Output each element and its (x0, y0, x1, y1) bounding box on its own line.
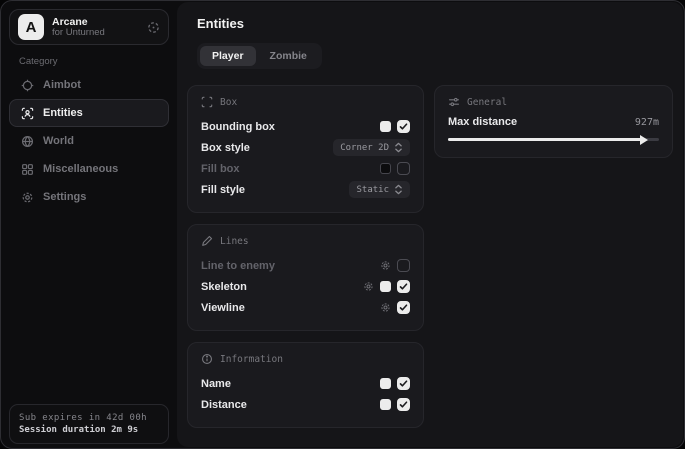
app-window: A Arcane for Unturned Category Aimbot (0, 0, 685, 449)
left-column: Box Bounding box Box style (187, 85, 424, 428)
color-swatch[interactable] (380, 121, 391, 132)
checkbox-distance[interactable] (397, 398, 410, 411)
color-swatch[interactable] (380, 378, 391, 389)
color-swatch[interactable] (380, 163, 391, 174)
row-settings-gear-icon[interactable] (380, 302, 391, 313)
checkbox-name[interactable] (397, 377, 410, 390)
sidebar-item-label: World (43, 135, 74, 147)
box-section-card: Box Bounding box Box style (187, 85, 424, 213)
page-title: Entities (197, 16, 673, 31)
setting-label: Distance (201, 399, 247, 411)
box-select-icon (201, 96, 213, 108)
setting-row-fill-box: Fill box (201, 158, 410, 179)
setting-label: Max distance (448, 116, 517, 128)
lines-section-card: Lines Line to enemy (187, 224, 424, 331)
setting-label: Fill box (201, 163, 240, 175)
sidebar-item-aimbot[interactable]: Aimbot (9, 71, 169, 99)
entity-scan-icon (21, 107, 34, 120)
checkbox-line-to-enemy[interactable] (397, 259, 410, 272)
setting-row-name: Name (201, 373, 410, 394)
selected-value: Corner 2D (340, 143, 389, 153)
checkbox-fill-box[interactable] (397, 162, 410, 175)
sidebar-item-label: Entities (43, 107, 83, 119)
box-style-select[interactable]: Corner 2D (333, 139, 410, 156)
tab-zombie[interactable]: Zombie (258, 46, 319, 66)
category-label: Category (19, 56, 58, 67)
app-title: Arcane (52, 16, 139, 28)
setting-row-distance: Distance (201, 394, 410, 415)
sidebar: A Arcane for Unturned Category Aimbot (1, 1, 177, 448)
right-column: General Max distance 927m (434, 85, 673, 158)
information-section-header: Information (201, 353, 410, 365)
app-subtitle: for Unturned (52, 28, 139, 39)
setting-label: Fill style (201, 184, 245, 196)
gear-icon (21, 191, 34, 204)
sliders-icon (448, 96, 460, 108)
chevrons-up-down-icon (394, 184, 403, 195)
setting-row-viewline: Viewline (201, 297, 410, 318)
sub-expiry-text: Sub expires in 42d 00h (19, 413, 159, 423)
grid-icon (21, 163, 34, 176)
row-settings-gear-icon[interactable] (363, 281, 374, 292)
sidebar-item-entities[interactable]: Entities (9, 99, 169, 127)
fill-style-select[interactable]: Static (349, 181, 410, 198)
main-panel: Entities Player Zombie Box (177, 2, 683, 447)
content-columns: Box Bounding box Box style (187, 85, 673, 428)
color-swatch[interactable] (380, 281, 391, 292)
sidebar-item-label: Settings (43, 191, 86, 203)
section-title: Lines (220, 236, 249, 247)
brand-card: A Arcane for Unturned (9, 9, 169, 45)
crosshair-icon (21, 79, 34, 92)
sidebar-item-world[interactable]: World (9, 127, 169, 155)
sidebar-item-miscellaneous[interactable]: Miscellaneous (9, 155, 169, 183)
globe-icon (21, 135, 34, 148)
setting-row-line-to-enemy: Line to enemy (201, 255, 410, 276)
setting-label: Bounding box (201, 121, 275, 133)
slider-fill (448, 138, 642, 141)
information-section-card: Information Name Distance (187, 342, 424, 428)
setting-row-fill-style: Fill style Static (201, 179, 410, 200)
max-distance-row: Max distance 927m (448, 116, 659, 128)
slider-thumb[interactable] (640, 135, 648, 145)
setting-row-skeleton: Skeleton (201, 276, 410, 297)
setting-label: Viewline (201, 302, 245, 314)
setting-label: Name (201, 378, 231, 390)
sidebar-item-settings[interactable]: Settings (9, 183, 169, 211)
setting-label: Line to enemy (201, 260, 275, 272)
sidebar-nav: Aimbot Entities World (9, 71, 169, 211)
selected-value: Static (356, 185, 389, 195)
row-settings-gear-icon[interactable] (380, 260, 391, 271)
setting-row-box-style: Box style Corner 2D (201, 137, 410, 158)
loader-circle-icon[interactable] (147, 21, 160, 34)
section-title: Box (220, 97, 237, 108)
info-icon (201, 353, 213, 365)
subscription-status-card: Sub expires in 42d 00h Session duration … (9, 404, 169, 444)
general-section-card: General Max distance 927m (434, 85, 673, 158)
pencil-icon (201, 235, 213, 247)
brand-text: Arcane for Unturned (52, 16, 139, 39)
max-distance-slider[interactable] (448, 138, 659, 141)
setting-row-bounding-box: Bounding box (201, 116, 410, 137)
general-section-header: General (448, 96, 659, 108)
checkbox-skeleton[interactable] (397, 280, 410, 293)
sidebar-item-label: Aimbot (43, 79, 81, 91)
app-logo: A (18, 14, 44, 40)
checkbox-viewline[interactable] (397, 301, 410, 314)
box-section-header: Box (201, 96, 410, 108)
section-title: General (467, 97, 507, 108)
tab-bar: Player Zombie (197, 43, 322, 69)
sidebar-item-label: Miscellaneous (43, 163, 118, 175)
session-duration-text: Session duration 2m 9s (19, 425, 159, 435)
setting-label: Box style (201, 142, 250, 154)
tab-player[interactable]: Player (200, 46, 256, 66)
chevrons-up-down-icon (394, 142, 403, 153)
checkbox-bounding-box[interactable] (397, 120, 410, 133)
max-distance-value: 927m (635, 117, 659, 128)
lines-section-header: Lines (201, 235, 410, 247)
color-swatch[interactable] (380, 399, 391, 410)
setting-label: Skeleton (201, 281, 247, 293)
section-title: Information (220, 354, 283, 365)
